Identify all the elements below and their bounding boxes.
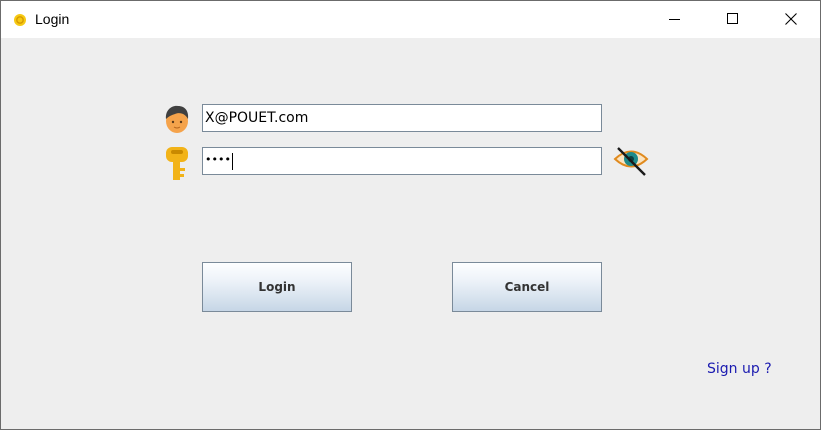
login-button[interactable]: Login bbox=[202, 262, 352, 312]
close-button[interactable] bbox=[762, 1, 820, 38]
cancel-button[interactable]: Cancel bbox=[452, 262, 602, 312]
title-bar[interactable]: Login bbox=[1, 1, 820, 38]
java-cup-icon bbox=[13, 12, 27, 26]
window-title: Login bbox=[35, 11, 70, 27]
email-field[interactable] bbox=[202, 104, 602, 132]
key-icon bbox=[165, 146, 189, 182]
maximize-button[interactable] bbox=[704, 1, 762, 38]
maximize-icon bbox=[727, 13, 738, 24]
minimize-icon bbox=[669, 19, 680, 20]
close-icon bbox=[785, 13, 797, 25]
signup-link[interactable]: Sign up ? bbox=[707, 361, 772, 377]
eye-slash-icon[interactable] bbox=[612, 144, 650, 178]
user-avatar-icon bbox=[163, 104, 191, 136]
login-window: Login X@POUET.com •••• Login Cancel Sign… bbox=[0, 0, 821, 430]
password-field[interactable]: •••• bbox=[202, 147, 602, 175]
password-mask: •••• bbox=[205, 153, 231, 166]
minimize-button[interactable] bbox=[646, 1, 704, 38]
text-caret bbox=[232, 153, 233, 170]
